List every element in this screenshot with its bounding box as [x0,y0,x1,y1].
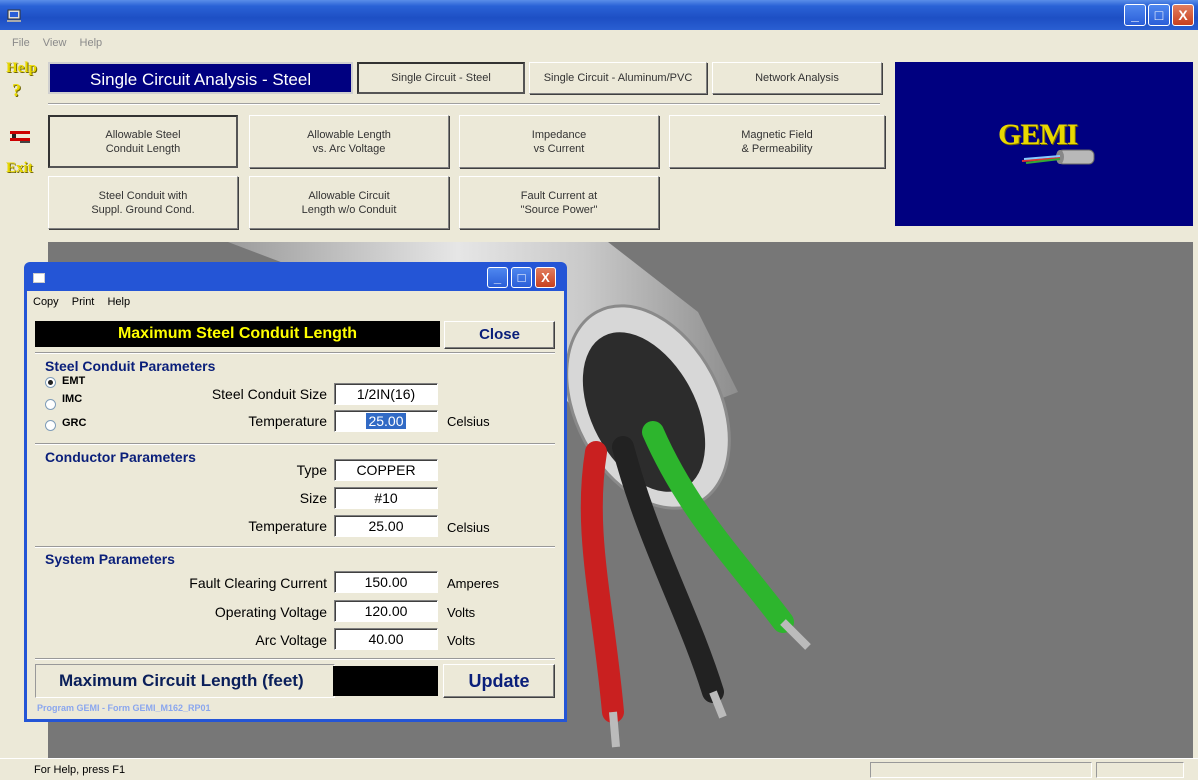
tab-single-circuit-steel[interactable]: Single Circuit - Steel [357,62,525,94]
conductor-temp-field[interactable]: 25.00 [334,515,438,537]
exit-link[interactable]: Exit [6,160,33,177]
conductor-type-field[interactable]: COPPER [334,459,438,481]
button-line: Allowable Circuit [308,189,390,202]
selected-text: 25.00 [366,413,406,429]
main-title-bar: _ □ X [0,0,1198,30]
operating-voltage-unit: Volts [447,605,476,620]
fault-current-label: Fault Clearing Current [189,575,327,591]
section-divider [35,443,555,445]
emt-radio[interactable] [45,377,56,388]
menu-print[interactable]: Print [72,296,95,308]
maximize-button[interactable]: □ [1148,4,1170,26]
steel-conduit-ground-button[interactable]: Steel Conduit with Suppl. Ground Cond. [48,176,238,229]
menu-help[interactable]: Help [107,296,130,308]
button-line: Suppl. Ground Cond. [91,203,195,216]
magnetic-field-button[interactable]: Magnetic Field & Permeability [669,115,885,168]
button-line: Conduit Length [105,142,181,155]
dialog-window-icon [33,273,45,283]
conductor-type-label: Type [296,462,327,478]
arc-voltage-field[interactable]: 40.00 [334,628,438,650]
menu-copy[interactable]: Copy [33,296,59,308]
fault-current-unit: Amperes [447,576,500,591]
dialog-minimize-button[interactable]: _ [487,267,508,288]
menu-view[interactable]: View [43,37,67,49]
menu-file[interactable]: File [12,37,30,49]
system-section-heading: System Parameters [45,551,175,567]
analysis-title: Single Circuit Analysis - Steel [48,62,353,94]
dialog-close-text-button[interactable]: Close [444,321,555,349]
fault-current-source-button[interactable]: Fault Current at "Source Power" [459,176,659,229]
arc-voltage-unit: Volts [447,633,476,648]
status-panel [1096,762,1184,778]
dialog-body: Copy Print Help Maximum Steel Conduit Le… [27,291,564,719]
section-divider [35,658,555,660]
allowable-steel-conduit-length-button[interactable]: Allowable Steel Conduit Length [48,115,238,168]
button-line: Allowable Steel [105,128,181,141]
close-button[interactable]: X [1172,4,1194,26]
menu-bar: File View Help [0,30,1198,56]
result-value [333,666,438,696]
operating-voltage-field[interactable]: 120.00 [334,600,438,622]
button-line: Impedance [531,128,587,141]
button-line: vs. Arc Voltage [312,142,386,155]
result-label: Maximum Circuit Length (feet) [59,671,304,690]
allowable-circuit-no-conduit-button[interactable]: Allowable Circuit Length w/o Conduit [249,176,449,229]
form-title: Maximum Steel Conduit Length [35,321,440,347]
fault-current-field[interactable]: 150.00 [334,571,438,593]
tab-network-analysis[interactable]: Network Analysis [712,62,882,94]
form-id-footer: Program GEMI - Form GEMI_M162_RP01 [37,703,211,713]
minimize-button[interactable]: _ [1124,4,1146,26]
conductor-temp-unit: Celsius [447,520,490,535]
app-icon [7,9,21,22]
button-line: Steel Conduit with [98,189,188,202]
conduit-temp-label: Temperature [248,413,327,429]
question-icon[interactable]: ? [12,80,21,101]
grc-radio[interactable] [45,420,56,431]
section-divider [35,352,555,354]
dialog-close-button[interactable]: X [535,267,556,288]
emt-radio-label: EMT [62,375,86,387]
status-message: For Help, press F1 [34,764,126,776]
plug-icon[interactable] [10,128,32,146]
allowable-length-arc-voltage-button[interactable]: Allowable Length vs. Arc Voltage [249,115,449,168]
update-button[interactable]: Update [443,664,555,698]
conduit-temp-unit: Celsius [447,414,490,429]
conduit-size-label: Steel Conduit Size [211,386,327,402]
button-line: Length w/o Conduit [301,203,397,216]
result-row: Maximum Circuit Length (feet) Update [35,664,555,702]
dialog-maximize-button[interactable]: □ [511,267,532,288]
steel-conduit-dialog: _ □ X Copy Print Help Maximum Steel Cond… [24,262,567,722]
help-link[interactable]: Help [6,60,37,77]
steel-section-heading: Steel Conduit Parameters [45,358,216,374]
status-panel [870,762,1092,778]
header-separator [48,103,880,105]
conductor-size-field[interactable]: #10 [334,487,438,509]
arc-voltage-label: Arc Voltage [255,632,327,648]
conductor-temp-label: Temperature [248,518,327,534]
dialog-menu: Copy Print Help [33,296,140,308]
conduit-size-field[interactable]: 1/2IN(16) [334,383,438,405]
grc-radio-label: GRC [62,417,87,429]
dialog-title-bar: _ □ X [27,265,564,291]
menu-help[interactable]: Help [80,37,103,49]
button-line: vs Current [533,142,585,155]
button-line: "Source Power" [520,203,598,216]
operating-voltage-label: Operating Voltage [214,604,327,620]
conductor-size-label: Size [299,490,327,506]
imc-radio-label: IMC [62,393,83,405]
conduit-temp-field[interactable]: 25.00 [334,410,438,432]
tab-single-circuit-aluminum[interactable]: Single Circuit - Aluminum/PVC [529,62,707,94]
section-divider [35,546,555,548]
cable-logo-icon [1021,149,1095,165]
status-bar: For Help, press F1 [0,758,1198,780]
button-line: & Permeability [741,142,813,155]
button-line: Magnetic Field [741,128,813,141]
imc-radio[interactable] [45,399,56,410]
button-line: Allowable Length [307,128,391,141]
button-line: Fault Current at [520,189,598,202]
impedance-vs-current-button[interactable]: Impedance vs Current [459,115,659,168]
